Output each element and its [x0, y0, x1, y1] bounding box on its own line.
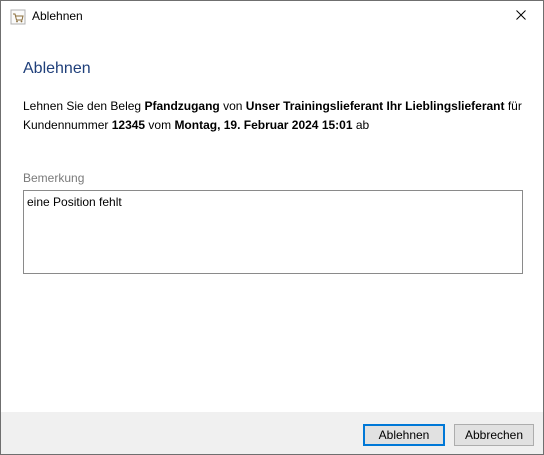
cancel-button[interactable]: Abbrechen: [454, 424, 534, 446]
message-text: ab: [352, 118, 370, 132]
dialog-window: Ablehnen Ablehnen Lehnen Sie den Beleg P…: [0, 0, 544, 455]
remark-textarea[interactable]: eine Position fehlt: [23, 190, 523, 274]
reject-button[interactable]: Ablehnen: [363, 424, 445, 446]
close-icon: [516, 9, 526, 23]
reject-message: Lehnen Sie den Beleg Pfandzugang von Uns…: [23, 97, 523, 135]
dialog-heading: Ablehnen: [23, 60, 91, 77]
window-title: Ablehnen: [32, 9, 83, 23]
supplier-name: Unser Trainingslieferant Ihr Lieblingsli…: [245, 99, 505, 113]
document-type: Pfandzugang: [144, 99, 220, 113]
message-text: vom: [145, 118, 175, 132]
message-text: von: [219, 99, 246, 113]
cart-icon: [10, 9, 26, 25]
remark-label: Bemerkung: [23, 171, 85, 185]
close-button[interactable]: [499, 1, 543, 31]
dialog-content: Ablehnen Lehnen Sie den Beleg Pfandzugan…: [1, 31, 543, 412]
message-text: Lehnen Sie den Beleg: [23, 99, 145, 113]
document-date: Montag, 19. Februar 2024 15:01: [174, 118, 353, 132]
customer-number: 12345: [111, 118, 146, 132]
title-bar: Ablehnen: [1, 1, 543, 31]
button-bar: Ablehnen Abbrechen: [1, 412, 543, 454]
